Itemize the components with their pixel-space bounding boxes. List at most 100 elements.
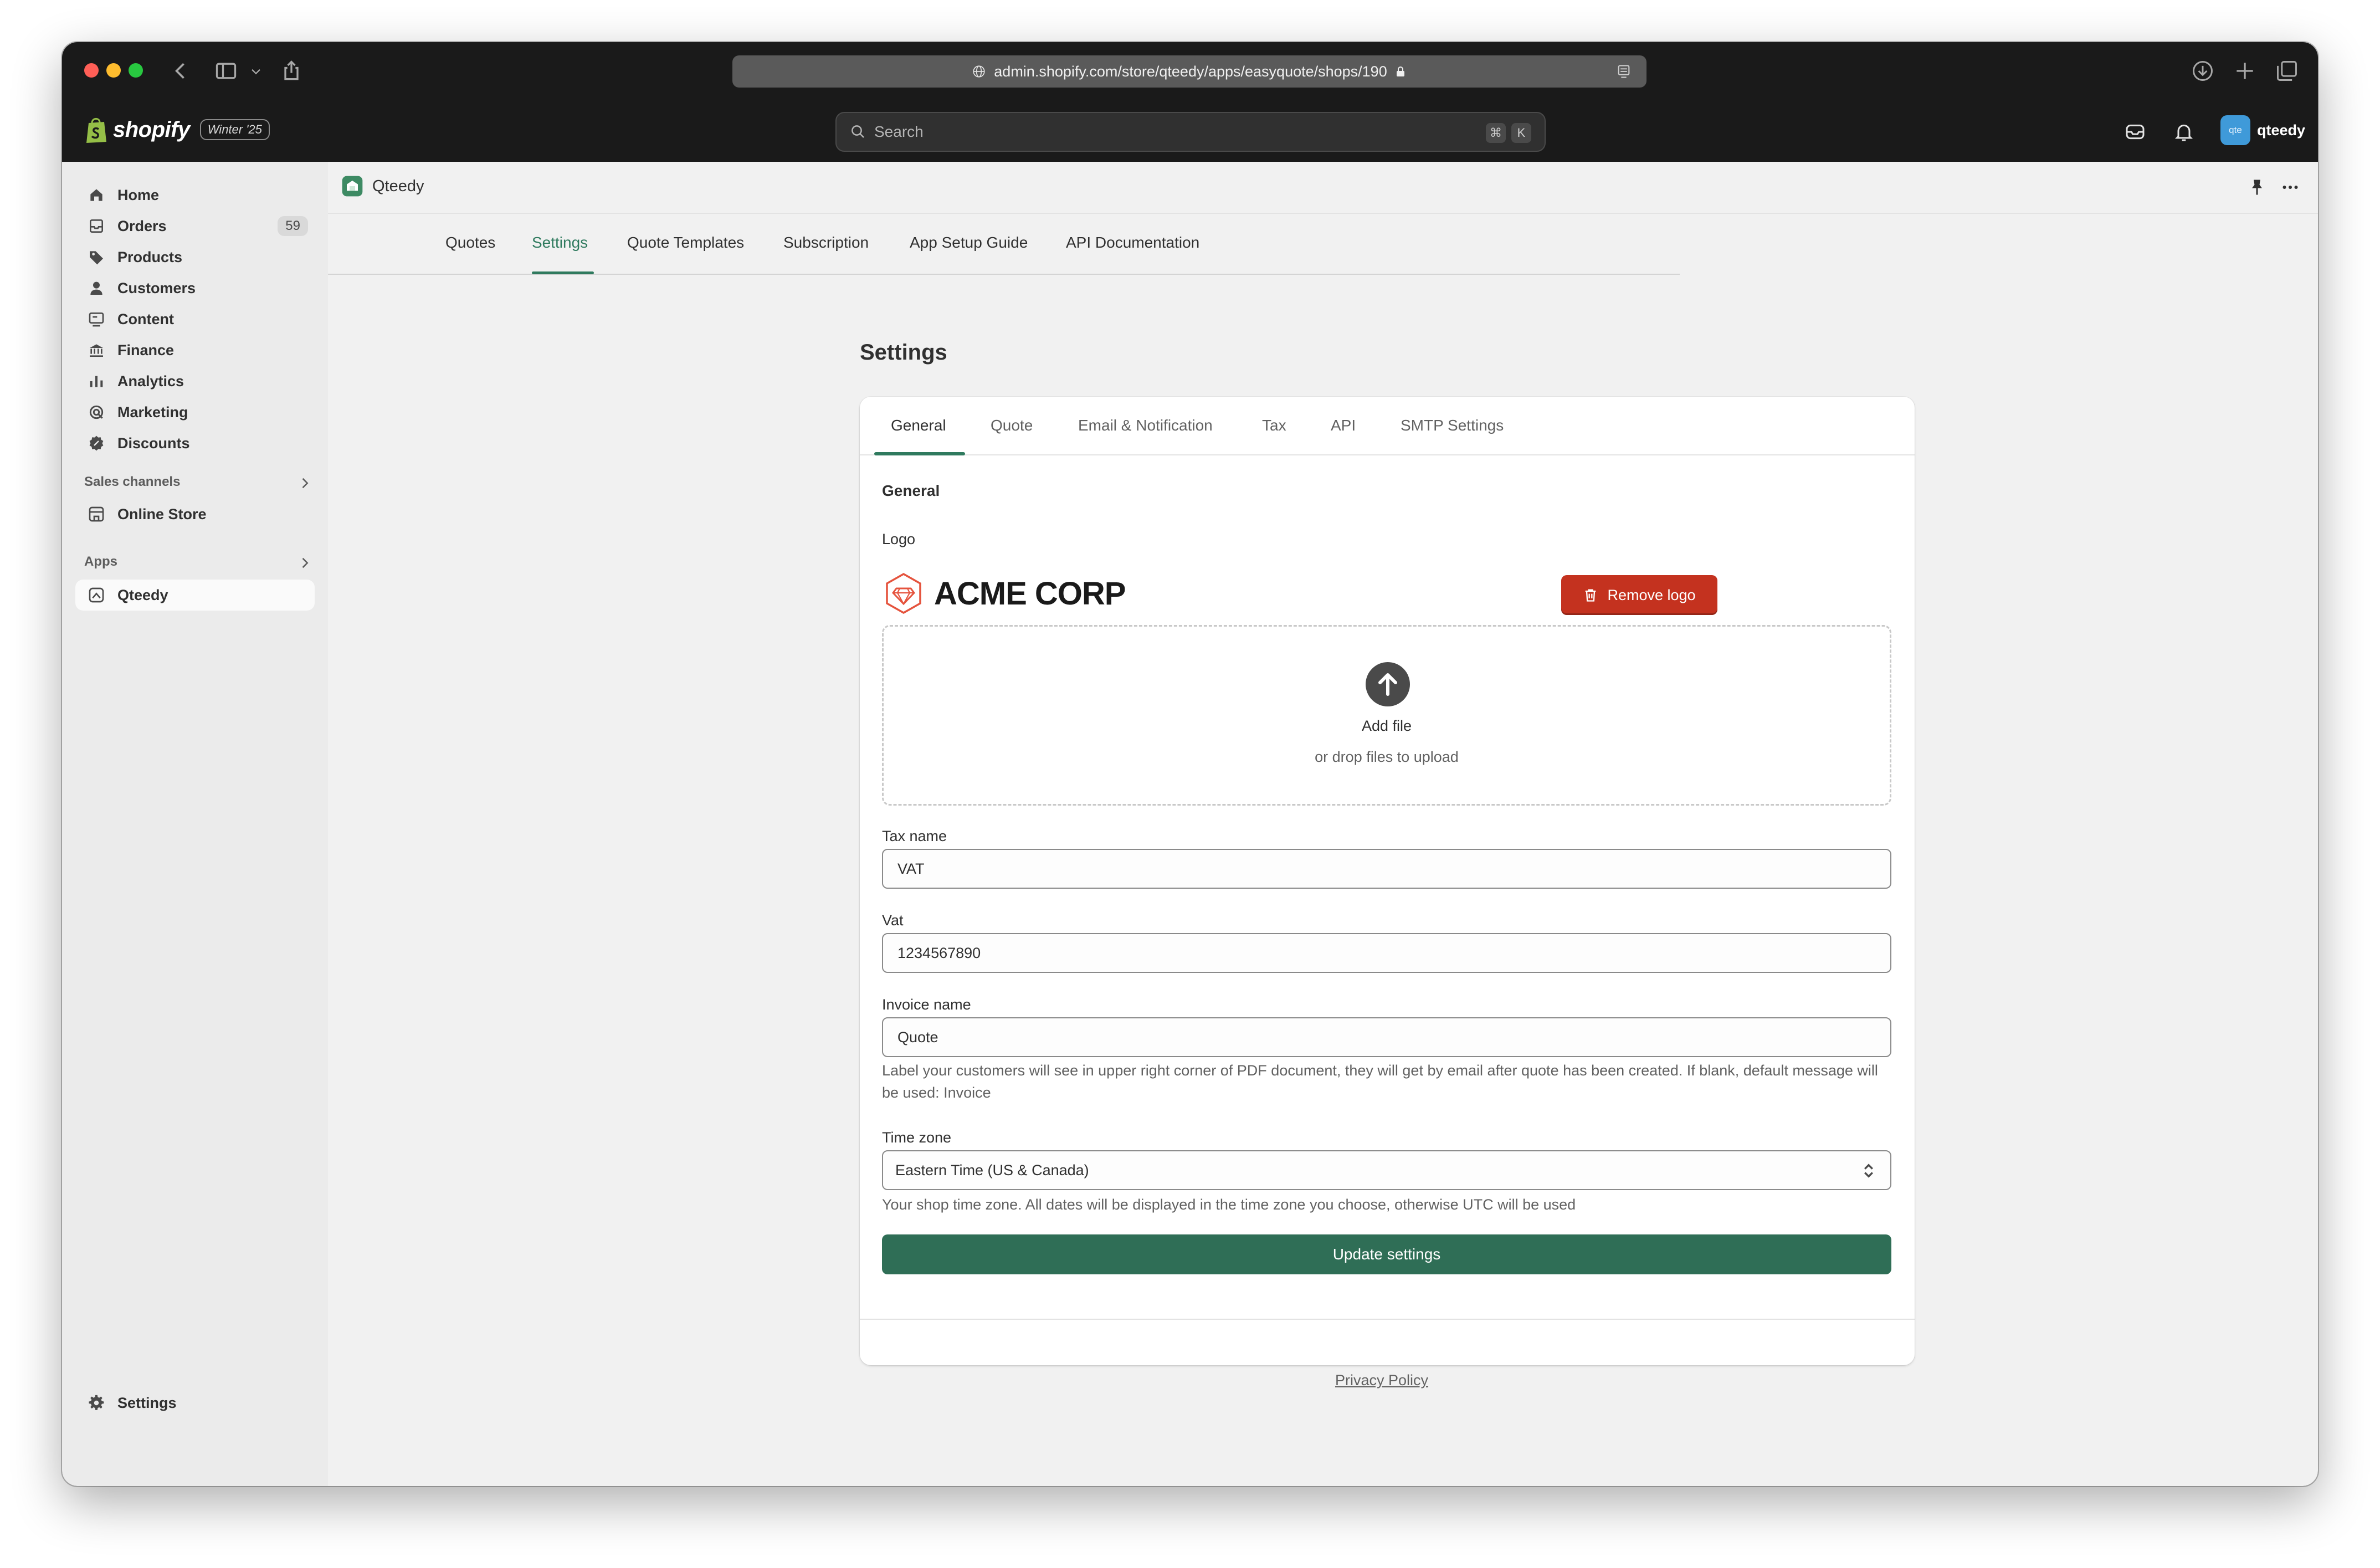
tab-quote-templates[interactable]: Quote Templates xyxy=(627,234,744,252)
sidebar-item-products[interactable]: Products xyxy=(75,242,315,273)
sidebar-item-content[interactable]: Content xyxy=(75,304,315,335)
tax-name-input[interactable]: VAT xyxy=(882,849,1891,889)
maximize-window-button[interactable] xyxy=(129,63,143,78)
remove-logo-button[interactable]: Remove logo xyxy=(1561,575,1717,615)
app-name: Qteedy xyxy=(372,177,424,195)
chevron-right-icon[interactable] xyxy=(297,475,312,491)
tab-overview-icon[interactable] xyxy=(2275,59,2299,83)
share-icon[interactable] xyxy=(279,59,304,83)
sidebar-item-marketing[interactable]: Marketing xyxy=(75,397,315,428)
tab-quotes[interactable]: Quotes xyxy=(445,234,495,252)
upload-arrow-icon[interactable] xyxy=(1366,662,1410,706)
app-header: Qteedy xyxy=(328,162,2318,214)
url-text: admin.shopify.com/store/qteedy/apps/easy… xyxy=(994,63,1387,80)
update-settings-label: Update settings xyxy=(1332,1246,1441,1263)
drop-files-hint: or drop files to upload xyxy=(1315,749,1459,765)
apps-heading[interactable]: Apps xyxy=(84,554,117,570)
settings-tab-bar: General Quote Email & Notification Tax A… xyxy=(860,397,1915,455)
lock-icon xyxy=(1396,66,1404,76)
address-bar[interactable]: admin.shopify.com/store/qteedy/apps/easy… xyxy=(732,55,1646,88)
tab-smtp-settings[interactable]: SMTP Settings xyxy=(1401,417,1504,434)
orders-icon xyxy=(88,217,105,235)
sidebar-toggle-icon[interactable] xyxy=(213,59,239,83)
admin-top-bar: shopify Winter '25 Search ⌘ K qte qteedy xyxy=(62,100,2318,162)
sales-channels-heading[interactable]: Sales channels xyxy=(84,474,180,490)
tax-name-label: Tax name xyxy=(882,828,947,844)
sidebar-item-online-store[interactable]: Online Store xyxy=(75,499,315,530)
sidebar-item-customers[interactable]: Customers xyxy=(75,273,315,304)
file-dropzone[interactable]: Add file or drop files to upload xyxy=(882,625,1891,806)
more-options-icon[interactable] xyxy=(2279,177,2301,197)
tab-app-setup-guide[interactable]: App Setup Guide xyxy=(910,234,1028,252)
sidebar-item-label: Discounts xyxy=(117,434,190,452)
edition-badge[interactable]: Winter '25 xyxy=(199,119,270,140)
timezone-select[interactable]: Eastern Time (US & Canada) xyxy=(882,1150,1891,1190)
timezone-value: Eastern Time (US & Canada) xyxy=(895,1161,1089,1178)
content-icon xyxy=(88,310,105,328)
store-icon xyxy=(88,505,105,523)
close-window-button[interactable] xyxy=(84,63,99,78)
account-name: qteedy xyxy=(2257,121,2306,139)
tab-tax[interactable]: Tax xyxy=(1262,417,1286,434)
sidebar-item-discounts[interactable]: Discounts xyxy=(75,428,315,459)
vat-input[interactable]: 1234567890 xyxy=(882,933,1891,973)
section-title: General xyxy=(882,482,940,499)
sidebar-item-label: Analytics xyxy=(117,372,184,390)
invoice-name-help: Label your customers will see in upper r… xyxy=(882,1062,1878,1101)
tab-email-notification[interactable]: Email & Notification xyxy=(1078,417,1213,434)
pin-icon[interactable] xyxy=(2247,177,2267,197)
app-icon xyxy=(88,586,105,604)
select-arrows-icon xyxy=(1864,1164,1874,1178)
chevron-down-icon[interactable] xyxy=(248,59,264,83)
new-tab-icon[interactable] xyxy=(2233,59,2257,83)
vat-value: 1234567890 xyxy=(897,944,981,961)
back-arrow-icon[interactable] xyxy=(168,59,193,83)
download-icon[interactable] xyxy=(2191,59,2215,83)
add-file-label[interactable]: Add file xyxy=(884,718,1890,735)
vat-label: Vat xyxy=(882,912,904,929)
tab-settings[interactable]: Settings xyxy=(532,234,588,252)
sidebar-item-label: Settings xyxy=(117,1394,177,1411)
company-name-text: ACME CORP xyxy=(934,575,1126,612)
tax-name-value: VAT xyxy=(897,860,925,877)
sidebar-item-label: Orders xyxy=(117,217,167,234)
shopify-logo[interactable]: shopify Winter '25 xyxy=(84,115,270,144)
invoice-name-input[interactable]: Quote xyxy=(882,1017,1891,1057)
tab-api[interactable]: API xyxy=(1331,417,1356,434)
sidebar-item-finance[interactable]: Finance xyxy=(75,335,315,366)
card-footer-divider xyxy=(860,1319,1915,1320)
invoice-name-label: Invoice name xyxy=(882,996,971,1013)
shortcut-key-k: K xyxy=(1511,123,1531,143)
privacy-policy-link[interactable]: Privacy Policy xyxy=(1335,1372,1428,1389)
avatar: qte xyxy=(2220,115,2250,145)
sidebar-item-orders[interactable]: Orders 59 xyxy=(75,211,315,242)
account-menu[interactable]: qte qteedy xyxy=(2220,115,2305,145)
sidebar-item-home[interactable]: Home xyxy=(75,180,315,211)
timezone-help: Your shop time zone. All dates will be d… xyxy=(882,1196,1576,1213)
gear-icon xyxy=(88,1394,105,1412)
main-content: Qteedy Quotes Settings Quote Templates S… xyxy=(328,162,2318,1486)
company-logo: ACME CORP xyxy=(882,572,1126,615)
tab-quote[interactable]: Quote xyxy=(991,417,1033,434)
reader-mode-icon[interactable] xyxy=(1615,64,1632,79)
tab-api-documentation[interactable]: API Documentation xyxy=(1066,234,1199,252)
sidebar-item-label: Qteedy xyxy=(117,586,168,603)
sidebar-item-analytics[interactable]: Analytics xyxy=(75,366,315,397)
search-input[interactable]: Search ⌘ K xyxy=(835,112,1546,152)
sidebar: Home Orders 59 Products Customers Conten… xyxy=(62,162,328,1486)
tab-general[interactable]: General xyxy=(891,417,946,434)
minimize-window-button[interactable] xyxy=(106,63,121,78)
active-settings-tab-indicator xyxy=(874,452,965,455)
tab-subscription[interactable]: Subscription xyxy=(783,234,869,252)
chevron-right-icon[interactable] xyxy=(297,555,312,571)
active-tab-indicator xyxy=(532,271,594,274)
shortcut-key-cmd: ⌘ xyxy=(1486,123,1506,143)
bell-icon[interactable] xyxy=(2173,121,2195,143)
sidebar-item-settings[interactable]: Settings xyxy=(75,1387,315,1418)
update-settings-button[interactable]: Update settings xyxy=(882,1234,1891,1274)
shopify-bag-icon xyxy=(86,117,106,143)
browser-window: admin.shopify.com/store/qteedy/apps/easy… xyxy=(62,42,2318,1486)
inbox-icon[interactable] xyxy=(2124,121,2146,143)
logo-label: Logo xyxy=(882,531,916,547)
sidebar-item-qteedy[interactable]: Qteedy xyxy=(75,580,315,611)
